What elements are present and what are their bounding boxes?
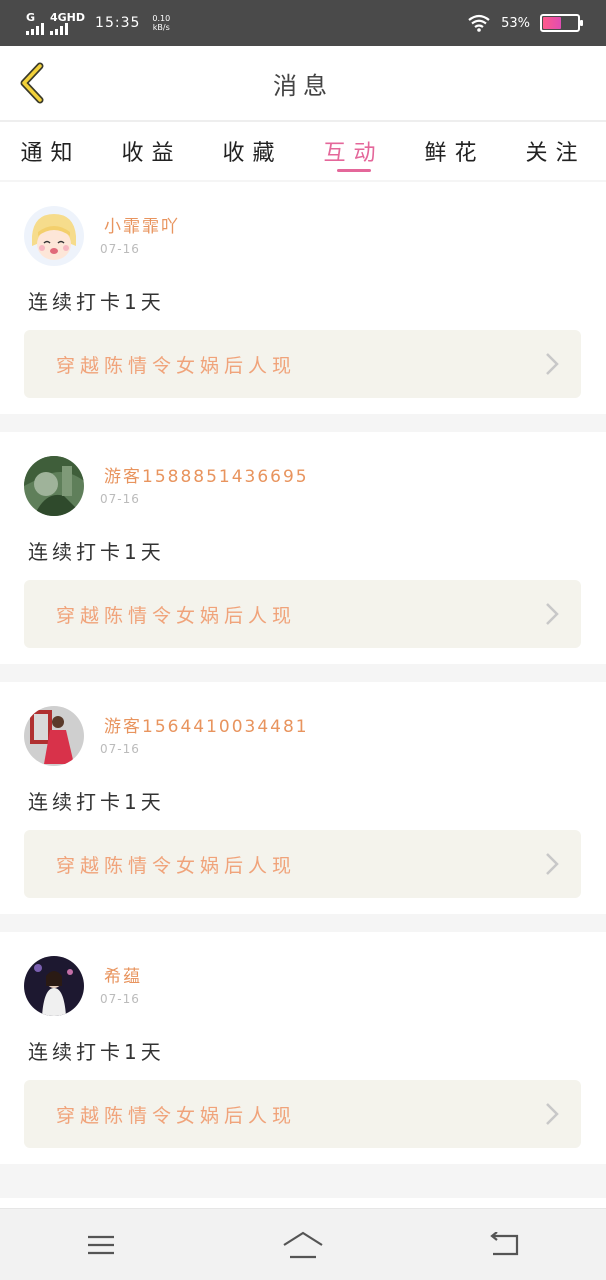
speed-value: 0.10 <box>152 14 171 23</box>
story-link[interactable]: 穿越陈情令女娲后人现 <box>24 330 581 398</box>
username[interactable]: 游客15888514366​95 <box>104 462 309 487</box>
story-title: 穿越陈情令女娲后人现 <box>56 854 297 877</box>
system-nav-bar <box>0 1208 606 1280</box>
back-chevron-icon[interactable] <box>14 60 54 106</box>
interaction-feed: 小霏霏吖 07-16 连续打卡1天 穿越陈情令女娲后人现 游客158885143… <box>0 182 606 1182</box>
avatar[interactable] <box>24 206 84 266</box>
chevron-right-icon <box>546 353 559 375</box>
feed-card: 小霏霏吖 07-16 连续打卡1天 穿越陈情令女娲后人现 <box>0 182 606 414</box>
menu-button[interactable] <box>71 1215 131 1275</box>
battery-icon <box>540 14 583 32</box>
message-text: 连续打卡1天 <box>28 1040 165 1064</box>
feed-card: 游客15644100344​81 07-16 连续打卡1天 穿越陈情令女娲后人现 <box>0 682 606 914</box>
tab-label: 收藏 <box>222 141 283 166</box>
menu-icon <box>88 1235 114 1254</box>
signal-icon: 4GHD <box>50 12 85 35</box>
tab-label: 互动 <box>323 141 384 166</box>
status-bar: G 4GHD 15:35 0.10 kB/s 53% <box>0 0 606 46</box>
chevron-right-icon <box>546 853 559 875</box>
tab-label: 鲜花 <box>424 141 485 166</box>
signal-icon: G <box>26 12 44 35</box>
message-text: 连续打卡1天 <box>28 540 165 564</box>
network-speed: 0.10 kB/s <box>152 14 170 32</box>
tab-label: 通知 <box>20 141 81 166</box>
tab-bar: 通知 收益 收藏 互动 鲜花 关注 <box>0 120 606 180</box>
username[interactable]: 希蕴 <box>104 962 142 987</box>
feed-card: 游客15888514366​95 07-16 连续打卡1天 穿越陈情令女娲后人现 <box>0 432 606 664</box>
home-icon <box>283 1231 323 1258</box>
clock: 15:35 <box>95 15 141 31</box>
back-button[interactable] <box>475 1215 535 1275</box>
story-title: 穿越陈情令女娲后人现 <box>56 354 297 377</box>
feed-card: 希蕴 07-16 连续打卡1天 穿越陈情令女娲后人现 <box>0 932 606 1164</box>
tab-favorites[interactable]: 收藏 <box>202 122 303 180</box>
tab-following[interactable]: 关注 <box>505 122 606 180</box>
avatar[interactable] <box>24 706 84 766</box>
avatar[interactable] <box>24 956 84 1016</box>
back-icon <box>490 1231 519 1255</box>
story-link[interactable]: 穿越陈情令女娲后人现 <box>24 830 581 898</box>
tab-flowers[interactable]: 鲜花 <box>404 122 505 180</box>
chevron-right-icon <box>546 603 559 625</box>
page-title: 消息 <box>273 71 333 100</box>
username[interactable]: 小霏霏吖 <box>104 212 180 237</box>
battery-fill <box>543 17 562 29</box>
status-left: G 4GHD 15:35 0.10 kB/s <box>26 12 170 35</box>
story-title: 穿越陈情令女娲后人现 <box>56 1104 297 1127</box>
header: 消息 <box>0 46 606 120</box>
signal-label: 4GHD <box>50 10 86 24</box>
chevron-right-icon <box>546 1103 559 1125</box>
tab-label: 收益 <box>121 141 182 166</box>
story-link[interactable]: 穿越陈情令女娲后人现 <box>24 1080 581 1148</box>
tab-interactions[interactable]: 互动 <box>303 122 404 180</box>
post-date: 07-16 <box>100 492 140 506</box>
post-date: 07-16 <box>100 992 140 1006</box>
home-button[interactable] <box>273 1215 333 1275</box>
post-date: 07-16 <box>100 242 140 256</box>
message-text: 连续打卡1天 <box>28 290 165 314</box>
story-link[interactable]: 穿越陈情令女娲后人现 <box>24 580 581 648</box>
username[interactable]: 游客15644100344​81 <box>104 712 309 737</box>
signal-label: G <box>26 10 36 24</box>
tab-earnings[interactable]: 收益 <box>101 122 202 180</box>
battery-percent: 53% <box>501 15 530 31</box>
post-date: 07-16 <box>100 742 140 756</box>
wifi-icon <box>468 14 490 32</box>
avatar[interactable] <box>24 456 84 516</box>
active-tab-indicator <box>336 169 371 172</box>
tab-label: 关注 <box>525 141 586 166</box>
status-right: 53% <box>467 14 583 32</box>
tab-notifications[interactable]: 通知 <box>0 122 101 180</box>
story-title: 穿越陈情令女娲后人现 <box>56 604 297 627</box>
speed-unit: kB/s <box>152 23 170 32</box>
message-text: 连续打卡1天 <box>28 790 165 814</box>
